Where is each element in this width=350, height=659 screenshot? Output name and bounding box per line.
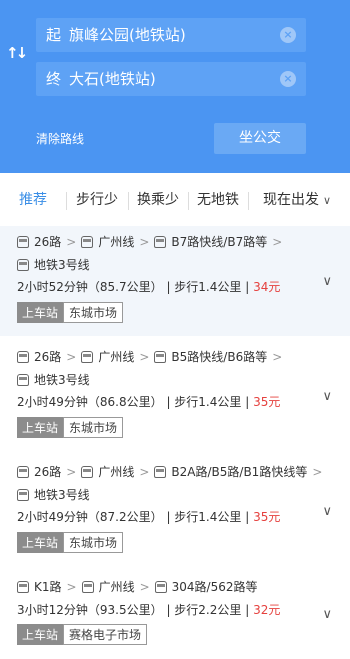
chevron-down-icon[interactable]: ∨: [322, 607, 332, 622]
destination-prefix: 终: [46, 70, 62, 88]
route-card[interactable]: 26路 > 广州线 > B7路快线/B7路等 > 地铁3号线 2小时52分钟（85.7…: [0, 226, 350, 336]
chevron-right-icon: >: [66, 579, 77, 594]
route-legs: 26路 > 广州线 > B7路快线/B7路等 >: [17, 233, 287, 250]
route-card[interactable]: 26路 > 广州线 > B5路快线/B6路等 > 地铁3号线 2小时49分钟（86.8…: [0, 341, 350, 451]
tab-recommended[interactable]: 推荐: [0, 189, 66, 209]
bus-icon: [154, 235, 167, 248]
route-legs: 26路 > 广州线 > B5路快线/B6路等 >: [17, 348, 287, 365]
clear-route-link[interactable]: 清除路线: [36, 130, 84, 147]
origin-value: 旗峰公园(地铁站): [69, 26, 186, 44]
chevron-down-icon[interactable]: ∨: [322, 389, 332, 404]
bus-icon: [17, 580, 29, 593]
route-summary: 2小时49分钟（86.8公里） | 步行1.4公里 | 35元: [17, 394, 281, 410]
origin-prefix: 起: [46, 26, 62, 44]
route-card[interactable]: 26路 > 广州线 > B2A路/B5路/B1路快线等 > 地铁3号线 2小时49分钟…: [0, 456, 350, 566]
chevron-down-icon[interactable]: ∨: [322, 504, 332, 519]
bus-icon: [81, 580, 94, 593]
boarding-station-badge: 上车站 东城市场: [17, 532, 124, 553]
chevron-right-icon: >: [139, 349, 150, 364]
clear-destination-icon[interactable]: ×: [280, 71, 296, 87]
route-legs: 26路 > 广州线 > B2A路/B5路/B1路快线等 >: [17, 463, 327, 480]
route-price: 35元: [253, 510, 281, 524]
bus-icon: [154, 350, 167, 363]
route-price: 34元: [253, 280, 281, 294]
route-legs-continued: 地铁3号线: [17, 256, 90, 273]
route-card[interactable]: K1路 > 广州线 > 304路/562路等 3小时12分钟（93.5公里） | 步…: [0, 571, 350, 659]
chevron-right-icon: >: [66, 349, 77, 364]
clear-origin-icon[interactable]: ×: [280, 27, 296, 43]
boarding-station-badge: 上车站 东城市场: [17, 417, 124, 438]
tab-depart-now[interactable]: 现在出发 ∨: [248, 189, 346, 210]
route-summary: 2小时52分钟（85.7公里） | 步行1.4公里 | 34元: [17, 279, 281, 295]
route-price: 32元: [253, 603, 281, 617]
chevron-right-icon: >: [139, 234, 150, 249]
bus-search-button[interactable]: 坐公交: [214, 123, 306, 154]
destination-field[interactable]: 终大石(地铁站) ×: [36, 62, 306, 96]
bus-icon: [81, 235, 94, 248]
bus-icon: [154, 580, 167, 593]
boarding-station-badge: 上车站 东城市场: [17, 302, 124, 323]
bus-icon: [81, 465, 94, 478]
route-filter-tabs: 推荐 步行少 换乘少 无地铁 现在出发 ∨: [0, 181, 350, 217]
chevron-right-icon: >: [312, 464, 323, 479]
chevron-right-icon: >: [139, 579, 150, 594]
tab-no-subway[interactable]: 无地铁: [188, 189, 248, 210]
route-price: 35元: [253, 395, 281, 409]
chevron-right-icon: >: [272, 234, 283, 249]
subway-icon: [17, 258, 29, 271]
subway-icon: [17, 488, 29, 501]
bus-icon: [17, 465, 29, 478]
route-summary: 3小时12分钟（93.5公里） | 步行2.2公里 | 32元: [17, 602, 281, 618]
destination-value: 大石(地铁站): [69, 70, 156, 88]
bus-icon: [17, 235, 29, 248]
route-legs: K1路 > 广州线 > 304路/562路等: [17, 578, 258, 595]
chevron-right-icon: >: [66, 464, 77, 479]
route-legs-continued: 地铁3号线: [17, 371, 90, 388]
route-header: ↑↓ 起旗峰公园(地铁站) × 终大石(地铁站) × 清除路线 坐公交: [0, 0, 350, 173]
route-summary: 2小时49分钟（87.2公里） | 步行1.4公里 | 35元: [17, 509, 281, 525]
bus-icon: [81, 350, 94, 363]
bus-icon: [154, 465, 167, 478]
route-legs-continued: 地铁3号线: [17, 486, 90, 503]
boarding-station-badge: 上车站 赛格电子市场: [17, 624, 148, 645]
chevron-right-icon: >: [66, 234, 77, 249]
origin-field[interactable]: 起旗峰公园(地铁站) ×: [36, 18, 306, 52]
tab-less-walking[interactable]: 步行少: [66, 189, 128, 210]
chevron-right-icon: >: [272, 349, 283, 364]
chevron-down-icon[interactable]: ∨: [322, 274, 332, 289]
swap-arrows-icon[interactable]: ↑↓: [6, 44, 28, 62]
chevron-down-icon: ∨: [322, 194, 332, 207]
subway-icon: [17, 373, 29, 386]
bus-icon: [17, 350, 29, 363]
tab-fewer-transfers[interactable]: 换乘少: [128, 189, 188, 210]
chevron-right-icon: >: [139, 464, 150, 479]
